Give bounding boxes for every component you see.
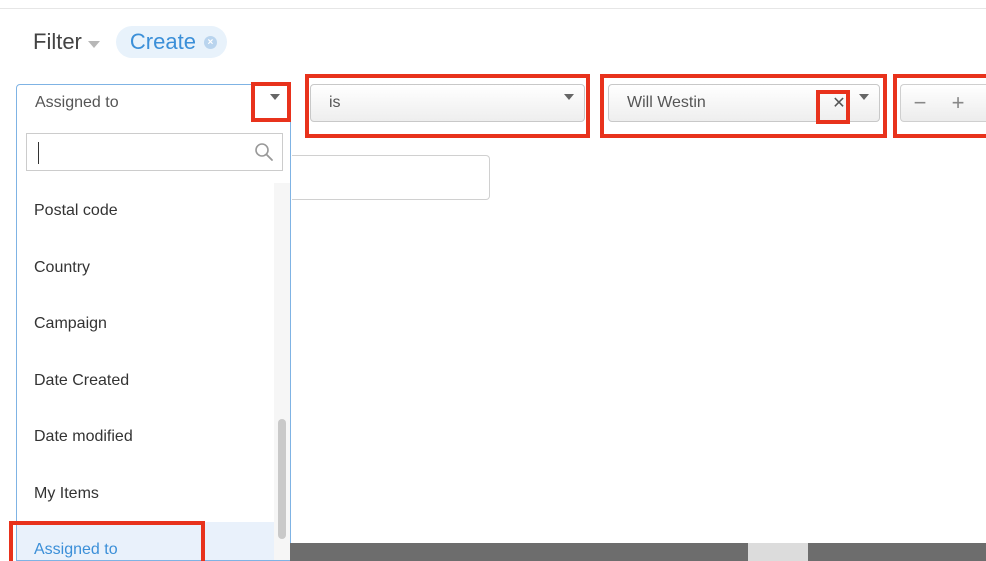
field-select[interactable]: Assigned to — [16, 84, 291, 122]
filter-label[interactable]: Filter — [33, 29, 82, 55]
text-cursor — [38, 142, 39, 164]
highlight-clear-x — [816, 90, 850, 124]
list-item[interactable]: My Items — [17, 466, 274, 523]
dropdown-list: Postal code Country Campaign Date Create… — [17, 183, 274, 560]
field-select-value: Assigned to — [35, 94, 119, 111]
list-item[interactable]: Date modified — [17, 409, 274, 466]
top-divider — [0, 8, 986, 9]
highlight-operator-select — [305, 74, 590, 138]
list-item[interactable]: Campaign — [17, 296, 274, 353]
pill-clear-icon[interactable]: × — [203, 35, 217, 49]
bottom-toolbar — [290, 543, 986, 561]
highlight-field-caret — [251, 82, 291, 122]
filter-pill[interactable]: Create × — [115, 26, 227, 58]
list-item[interactable]: Postal code — [17, 183, 274, 240]
highlight-assigned-to-item — [9, 521, 205, 561]
field-dropdown: Postal code Country Campaign Date Create… — [16, 121, 291, 561]
filter-value-input[interactable] — [292, 155, 490, 200]
filter-header: Filter Create × — [33, 26, 227, 58]
list-item[interactable]: Country — [17, 240, 274, 297]
dropdown-search-input[interactable] — [26, 133, 283, 171]
filter-pill-label[interactable]: Create — [130, 29, 196, 55]
highlight-plus-minus — [893, 74, 986, 138]
list-item[interactable]: Date Created — [17, 353, 274, 410]
search-icon — [255, 143, 273, 161]
dropdown-scrollbar[interactable] — [274, 183, 290, 560]
bottom-tab[interactable] — [748, 543, 808, 561]
scrollbar-thumb[interactable] — [278, 419, 286, 539]
filter-chevron-down-icon[interactable] — [87, 40, 100, 48]
